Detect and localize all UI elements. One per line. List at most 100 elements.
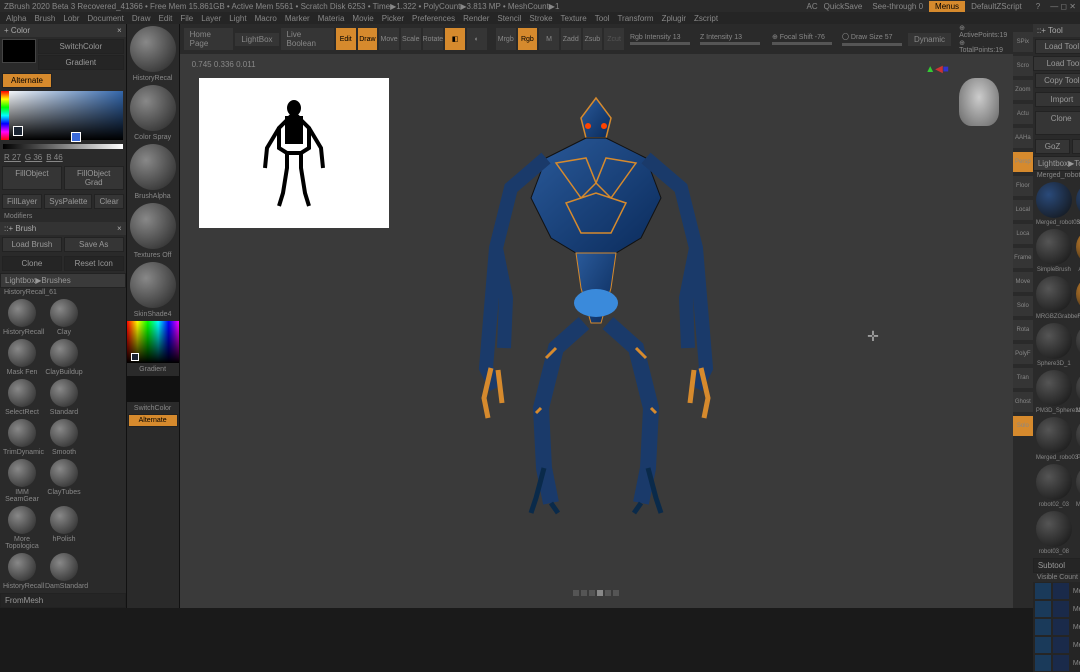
tool-thumb-0[interactable]: Merged_robot03: [1035, 182, 1073, 227]
tool-thumb-4[interactable]: MRGBZGrabber: [1035, 276, 1073, 321]
lightbox-brushes-btn[interactable]: Lightbox▶Brushes: [0, 273, 126, 288]
picker-cursor[interactable]: [71, 132, 81, 142]
switch-swatch[interactable]: [127, 376, 179, 402]
tool-thumb-12[interactable]: robot02_03: [1035, 464, 1073, 509]
clear-btn[interactable]: Clear: [94, 194, 123, 209]
zsub-btn[interactable]: Zsub: [583, 28, 603, 50]
brush-clay[interactable]: Clay: [44, 299, 84, 337]
move-btn[interactable]: Move: [379, 28, 399, 50]
viewtool-scroll[interactable]: Scro: [1013, 56, 1033, 76]
zintensity-slider[interactable]: Z Intensity 13: [700, 34, 760, 45]
syspalette-btn[interactable]: SysPalette: [44, 194, 92, 209]
fillobject-btn[interactable]: FillObject: [2, 166, 62, 190]
viewtool-local[interactable]: Local: [1013, 200, 1033, 220]
menu-file[interactable]: File: [180, 14, 193, 23]
color-panel-header[interactable]: + Color×: [0, 24, 126, 37]
hue-bar[interactable]: [1, 91, 9, 140]
viewtool-zoom[interactable]: Zoom: [1013, 80, 1033, 100]
menu-transform[interactable]: Transform: [617, 14, 653, 23]
subtool-4[interactable]: Merged_robo03_09👁: [1033, 654, 1080, 672]
brush-standard[interactable]: Standard: [44, 379, 84, 417]
brush-imm-seamgear[interactable]: IMM SeamGear: [2, 459, 42, 504]
brush-hpolish[interactable]: hPolish: [44, 506, 84, 551]
clonetool-btn[interactable]: Clone: [1035, 111, 1080, 135]
color-picker[interactable]: [3, 91, 123, 140]
menu-texture[interactable]: Texture: [561, 14, 587, 23]
modifiers-label[interactable]: Modifiers: [0, 211, 126, 222]
menu-materia[interactable]: Materia: [318, 14, 345, 23]
reference-thumbnail[interactable]: [199, 78, 389, 228]
menu-marker[interactable]: Marker: [285, 14, 310, 23]
draw-btn[interactable]: Draw: [358, 28, 378, 50]
viewtool-transp[interactable]: Tran: [1013, 368, 1033, 388]
menu-zplugir[interactable]: Zplugir: [662, 14, 686, 23]
tool-thumb-1[interactable]: SphereBrush: [1075, 182, 1080, 227]
menu-stroke[interactable]: Stroke: [529, 14, 552, 23]
menu-picker[interactable]: Picker: [382, 14, 404, 23]
tool-thumb-7[interactable]: Sphere3D: [1075, 323, 1080, 368]
current-color-box[interactable]: [13, 126, 23, 136]
viewtool-localsym[interactable]: Loca: [1013, 224, 1033, 244]
r-value[interactable]: R 27: [4, 153, 21, 162]
viewtool-aahalf[interactable]: AAHa: [1013, 128, 1033, 148]
focalshift-slider[interactable]: ⊕ Focal Shift -76: [772, 33, 832, 45]
brush-damstandard[interactable]: DamStandard: [44, 553, 84, 591]
tool-thumb-8[interactable]: PM3D_Sphere3D: [1035, 370, 1073, 415]
color-swatch[interactable]: [2, 39, 36, 63]
g-value[interactable]: G 36: [25, 153, 42, 162]
filllayer-btn[interactable]: FillLayer: [2, 194, 42, 209]
subtool-2[interactable]: Merged_robo03_12👁: [1033, 618, 1080, 636]
subtool-header[interactable]: Subtool: [1033, 558, 1080, 573]
stroke-brushalpha[interactable]: BrushAlpha: [127, 142, 179, 201]
switchcolor-btn[interactable]: SwitchColor: [38, 39, 124, 54]
brush-more-topologica[interactable]: More Topologica: [2, 506, 42, 551]
canvas-viewport[interactable]: 0.745 0.336 0.011 ▲◀■: [184, 58, 1009, 604]
brush-historyrecall[interactable]: HistoryRecall: [2, 553, 42, 591]
liveboolean-btn[interactable]: Live Boolean: [281, 28, 334, 50]
rgb-btn[interactable]: Rgb: [518, 28, 538, 50]
menu-brush[interactable]: Brush: [34, 14, 55, 23]
gizmo-icon[interactable]: ◧: [445, 28, 465, 50]
menu-lobr[interactable]: Lobr: [63, 14, 79, 23]
menu-macro[interactable]: Macro: [255, 14, 277, 23]
sculptris-icon[interactable]: ◐: [467, 28, 487, 50]
menu-draw[interactable]: Draw: [132, 14, 151, 23]
brush-claybuildup[interactable]: ClayBuildup: [44, 339, 84, 377]
tool-thumb-9[interactable]: Merged_PM3D_5: [1075, 370, 1080, 415]
zcut-btn[interactable]: Zcut: [604, 28, 624, 50]
stroke-historyrecal[interactable]: HistoryRecal: [127, 24, 179, 83]
seethrough-btn[interactable]: See-through 0: [868, 2, 927, 11]
zadd-btn[interactable]: Zadd: [561, 28, 581, 50]
tool-thumb-11[interactable]: PolyMesh3D: [1075, 417, 1080, 462]
tool-panel-header[interactable]: ::+ Tool×: [1033, 24, 1080, 37]
subtool-3[interactable]: Merged_robo03_11👁: [1033, 636, 1080, 654]
copytool-btn[interactable]: Copy Tool: [1035, 73, 1080, 88]
alternate2-btn[interactable]: Alternate: [128, 414, 178, 427]
stroke-color-spray[interactable]: Color Spray: [127, 83, 179, 142]
viewtool-persp[interactable]: Persp: [1013, 152, 1033, 172]
gozall-btn[interactable]: All: [1072, 139, 1080, 154]
brush-panel-header[interactable]: ::+ Brush×: [0, 222, 126, 235]
frommesh-btn[interactable]: FromMesh: [0, 593, 126, 608]
viewtool-polyf[interactable]: PolyF: [1013, 344, 1033, 364]
lightbox-strip[interactable]: [573, 590, 619, 596]
subtool-0[interactable]: Merged_robo03_08👁: [1033, 582, 1080, 600]
menu-tool[interactable]: Tool: [595, 14, 610, 23]
rotate-btn[interactable]: Rotate: [423, 28, 444, 50]
stroke-skinshade4[interactable]: SkinShade4: [127, 260, 179, 319]
b-value[interactable]: B 46: [46, 153, 62, 162]
clonebrush-btn[interactable]: Clone: [2, 256, 62, 271]
goz-btn[interactable]: GoZ: [1035, 139, 1070, 154]
viewtool-solodoff[interactable]: Solo: [1013, 296, 1033, 316]
brush-historyrecall[interactable]: HistoryRecall: [2, 299, 42, 337]
brush-trimdynamic[interactable]: TrimDynamic: [2, 419, 42, 457]
menu-alpha[interactable]: Alpha: [6, 14, 26, 23]
lightbox-tools-btn[interactable]: Lightbox▶Tools: [1033, 156, 1080, 171]
brush-claytubes[interactable]: ClayTubes: [44, 459, 84, 504]
help-icon[interactable]: ?: [1036, 2, 1040, 11]
stroke-textures-off[interactable]: Textures Off: [127, 201, 179, 260]
menu-preferences[interactable]: Preferences: [412, 14, 455, 23]
brush-mask-fen[interactable]: Mask Fen: [2, 339, 42, 377]
loadtoolsfromproject-btn[interactable]: Load Tools From Project: [1033, 56, 1080, 71]
brush-smooth[interactable]: Smooth: [44, 419, 84, 457]
